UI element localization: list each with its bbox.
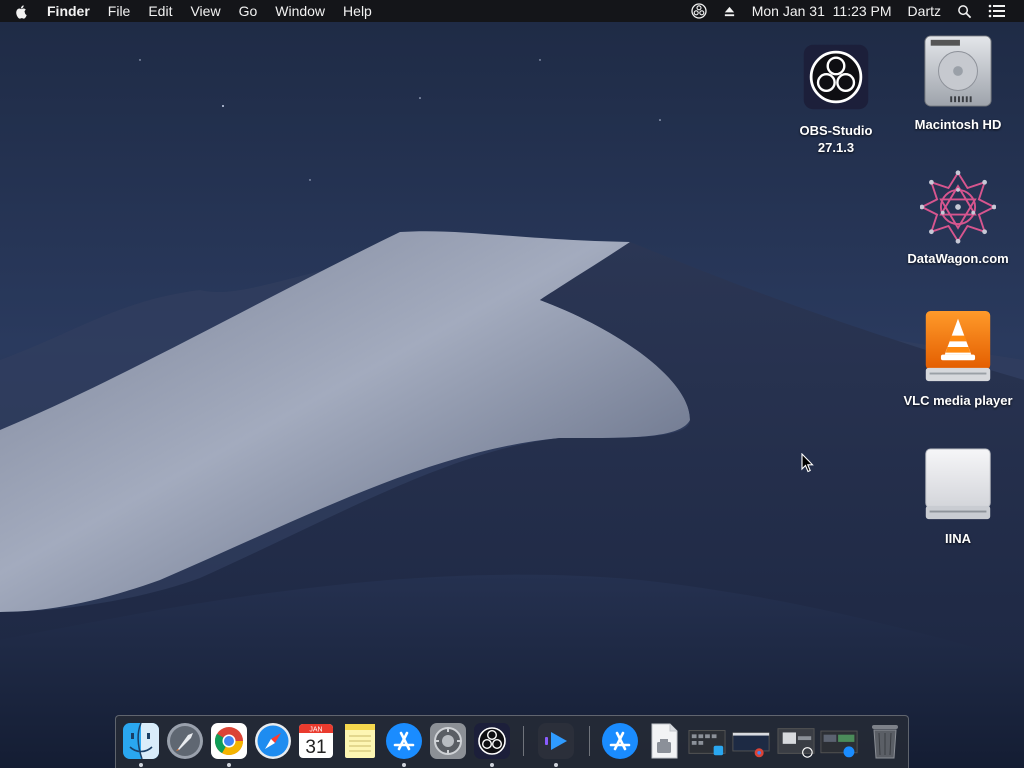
app-store-icon xyxy=(386,723,422,759)
desktop-icon-obs[interactable]: OBS-Studio 27.1.3 xyxy=(786,38,886,156)
document-icon xyxy=(651,723,678,759)
running-indicator xyxy=(402,763,406,767)
external-drive-icon xyxy=(920,446,996,524)
dock-minimized-window-1[interactable] xyxy=(688,722,728,760)
desktop-icon-label: Macintosh HD xyxy=(914,117,1002,132)
notification-center-icon[interactable] xyxy=(980,4,1014,18)
running-indicator xyxy=(139,763,143,767)
running-indicator xyxy=(227,763,231,767)
obs-status-icon[interactable] xyxy=(683,3,715,19)
menu-window[interactable]: Window xyxy=(266,0,334,22)
menu-user[interactable]: Dartz xyxy=(900,0,949,22)
dock-notes[interactable] xyxy=(341,722,379,760)
dock-obs[interactable] xyxy=(473,722,511,760)
chrome-icon xyxy=(211,723,247,759)
desktop-icon-label: DataWagon.com xyxy=(907,251,1009,266)
apple-menu-icon[interactable] xyxy=(14,3,30,19)
dock-minimized-window-3[interactable] xyxy=(777,722,817,760)
dock-app-store[interactable] xyxy=(385,722,423,760)
dock-trash[interactable] xyxy=(866,722,904,760)
desktop-icon-label: VLC media player xyxy=(903,393,1013,408)
finder-icon xyxy=(123,722,159,760)
dock-finder[interactable] xyxy=(122,722,160,760)
hard-drive-icon xyxy=(920,32,996,110)
window-thumbnail-icon xyxy=(688,730,726,756)
dock-media-player[interactable] xyxy=(537,722,575,760)
desktop-icon-datawagon[interactable]: DataWagon.com xyxy=(907,168,1009,267)
dock-minimized-window-4[interactable] xyxy=(820,722,862,760)
system-preferences-icon xyxy=(430,723,466,759)
dock-system-preferences[interactable] xyxy=(429,722,467,760)
dock-calendar[interactable]: JAN 31 xyxy=(297,722,335,760)
desktop-icon-label: IINA xyxy=(945,531,971,546)
mouse-cursor-icon xyxy=(801,453,814,473)
desktop-icon-vlc[interactable]: VLC media player xyxy=(903,308,1013,409)
menu-app-name[interactable]: Finder xyxy=(38,0,99,22)
calendar-month: JAN xyxy=(309,727,322,734)
eject-icon[interactable] xyxy=(715,5,744,18)
menu-file[interactable]: File xyxy=(99,0,140,22)
datawagon-icon xyxy=(920,168,996,246)
dock-safari[interactable] xyxy=(254,722,292,760)
dock-chrome[interactable] xyxy=(210,722,248,760)
spotlight-search-icon[interactable] xyxy=(949,4,980,19)
running-indicator xyxy=(490,763,494,767)
calendar-icon: JAN 31 xyxy=(299,724,333,758)
desktop-icon-iina[interactable]: IINA xyxy=(908,446,1008,547)
launchpad-icon xyxy=(167,723,203,759)
menu-help[interactable]: Help xyxy=(334,0,381,22)
notes-icon xyxy=(345,724,375,758)
dock: JAN 31 xyxy=(115,715,909,768)
dock-separator xyxy=(523,726,524,756)
obs-icon xyxy=(474,723,510,759)
dock-launchpad[interactable] xyxy=(166,722,204,760)
dock-document[interactable] xyxy=(645,722,683,760)
safari-icon xyxy=(255,723,291,759)
downloads-stack-icon xyxy=(602,723,638,759)
menu-view[interactable]: View xyxy=(181,0,229,22)
window-thumbnail-icon xyxy=(820,730,858,758)
menu-bar: Finder File Edit View Go Window Help Mon… xyxy=(0,0,1024,22)
menu-go[interactable]: Go xyxy=(230,0,267,22)
dock-minimized-window-2[interactable] xyxy=(732,722,774,760)
obs-icon xyxy=(798,38,874,116)
menu-edit[interactable]: Edit xyxy=(139,0,181,22)
desktop-icon-macintosh-hd[interactable]: Macintosh HD xyxy=(908,32,1008,133)
window-thumbnail-icon xyxy=(732,732,770,758)
desktop-icon-label: OBS-Studio 27.1.3 xyxy=(799,123,873,155)
calendar-day: 31 xyxy=(305,737,326,758)
vlc-disk-icon xyxy=(920,308,996,386)
trash-icon xyxy=(872,725,898,759)
media-player-icon xyxy=(538,723,574,759)
menu-clock[interactable]: Mon Jan 31 11:23 PM xyxy=(744,0,900,22)
running-indicator xyxy=(554,763,558,767)
dock-separator xyxy=(589,726,590,756)
window-thumbnail-icon xyxy=(777,728,815,758)
dock-downloads-stack[interactable] xyxy=(601,722,639,760)
